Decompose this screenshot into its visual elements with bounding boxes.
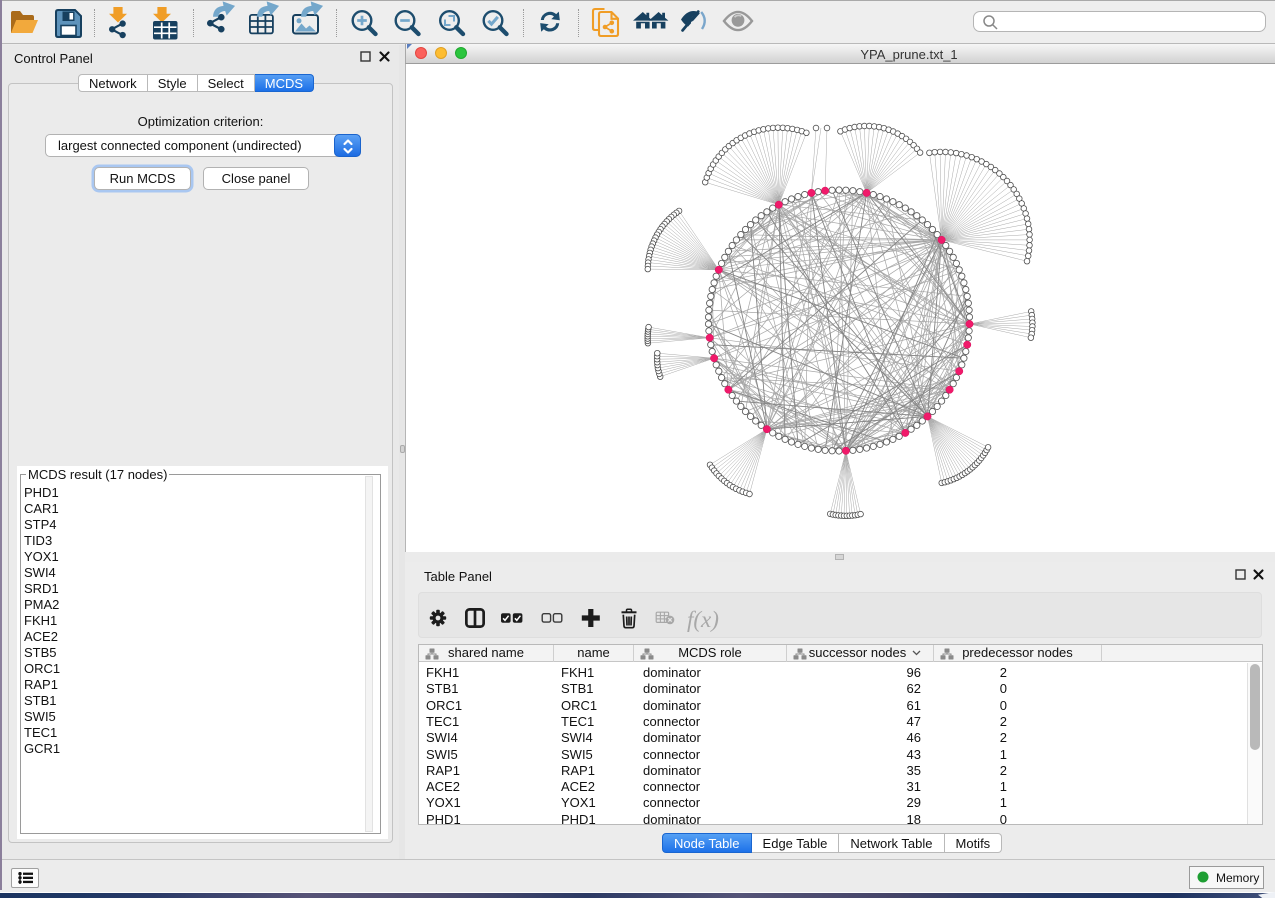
svg-text:f(x): f(x) — [687, 607, 719, 632]
